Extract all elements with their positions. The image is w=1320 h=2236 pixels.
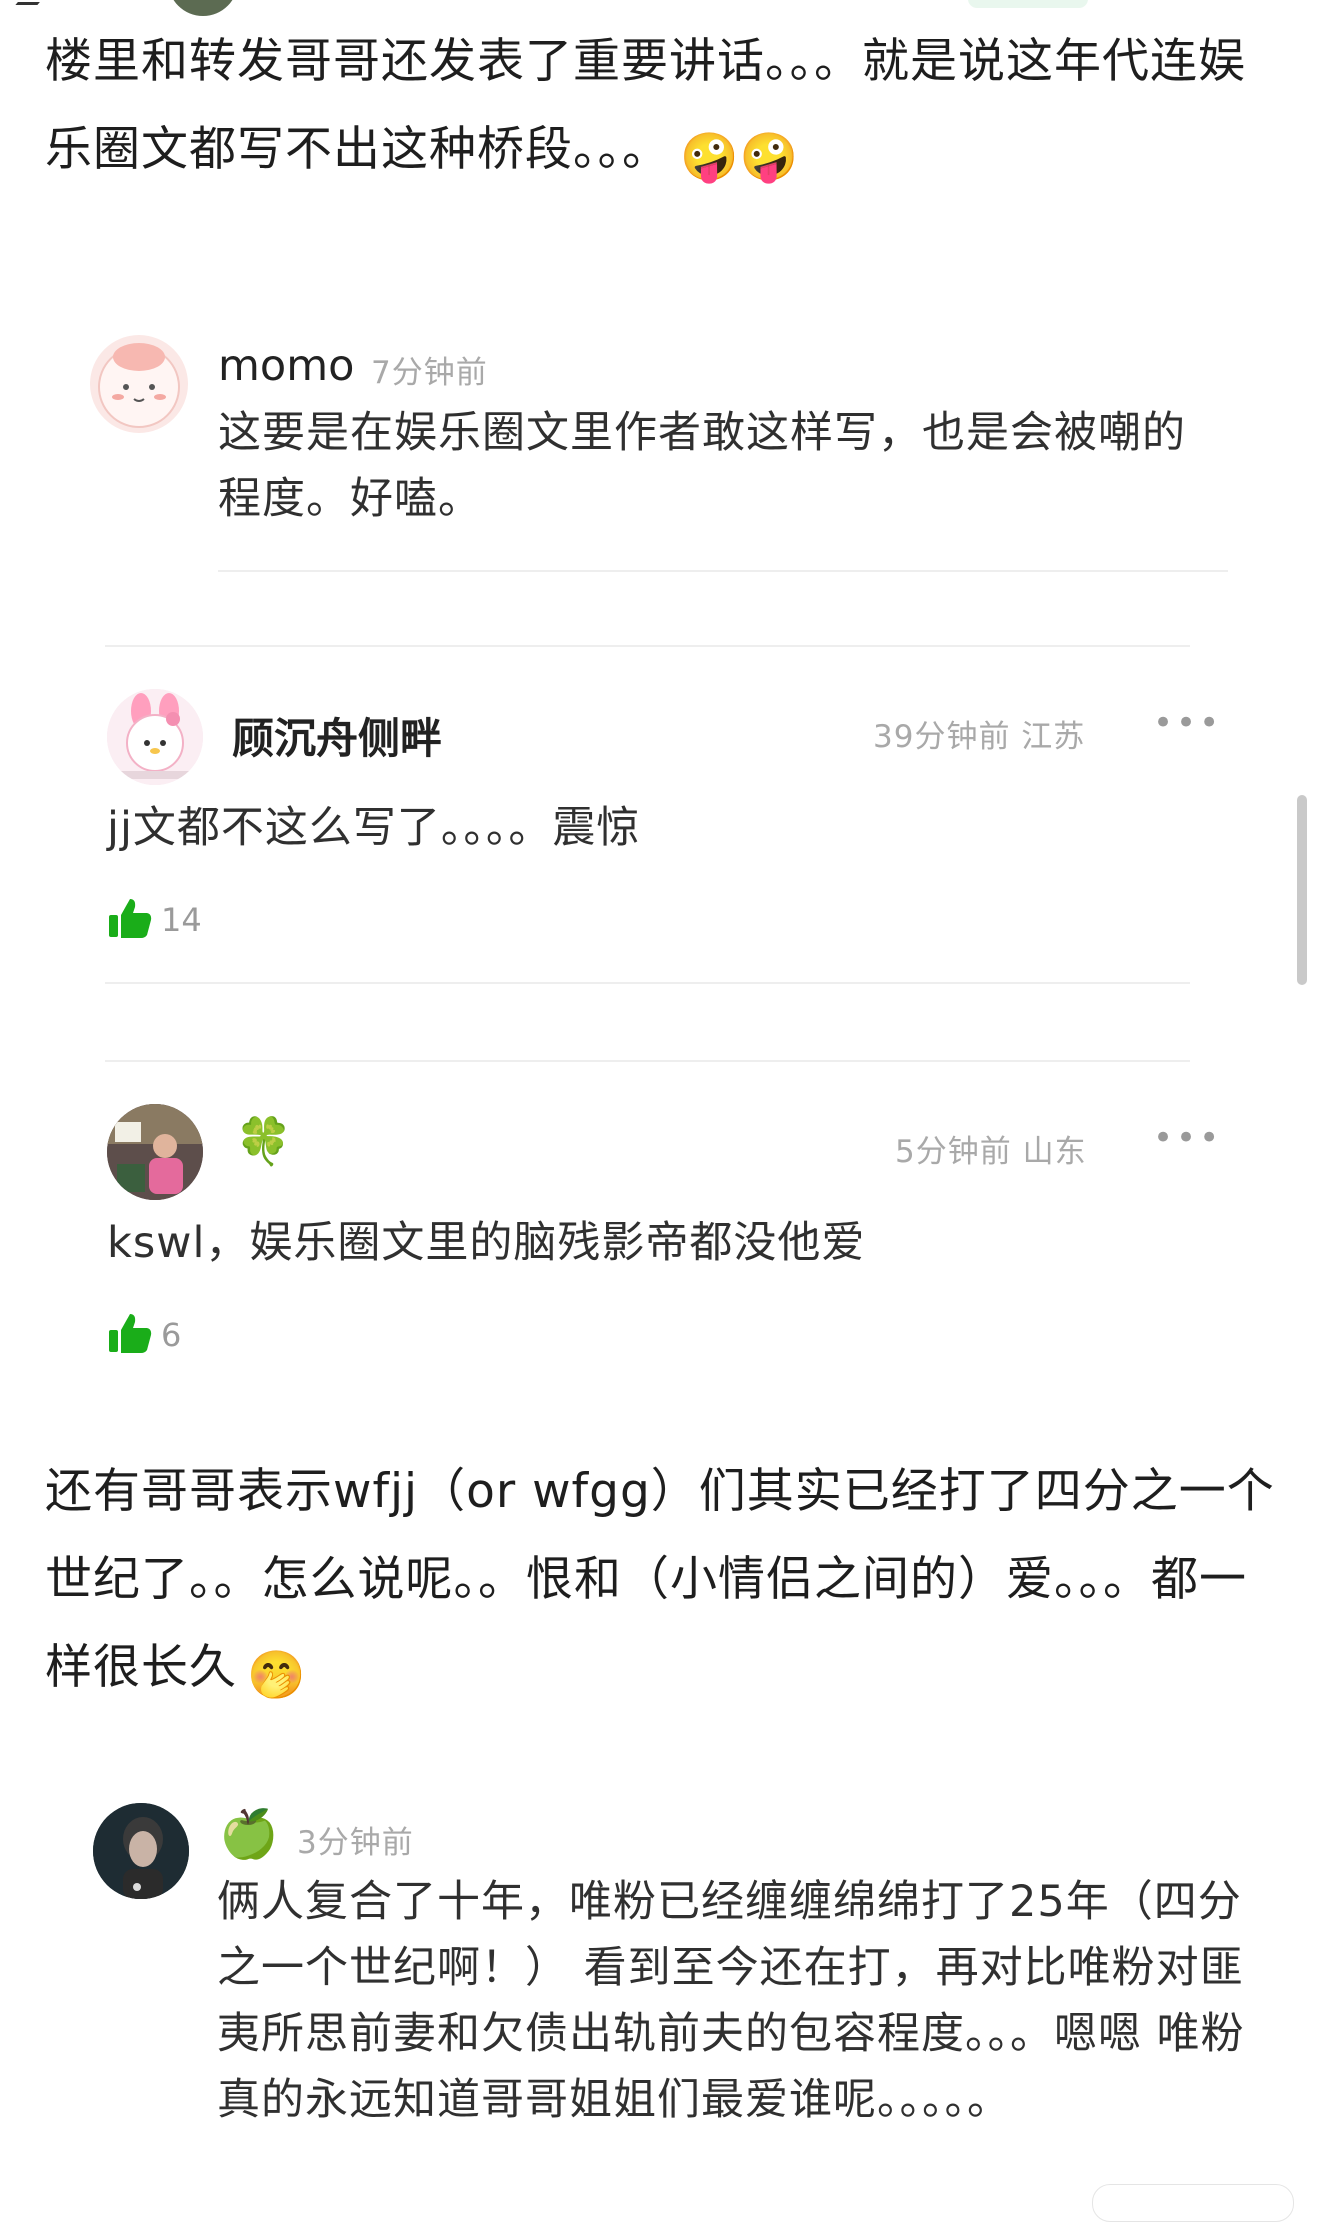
like-count: 14 (161, 901, 202, 939)
post-paragraph: 还有哥哥表示wfjj（or wfgg）们其实已经打了四分之一个世纪了。。怎么说呢… (45, 1448, 1275, 1720)
like-count: 6 (161, 1316, 182, 1354)
divider (218, 570, 1228, 572)
comment-card: 🍏 3分钟前 俩人复合了十年，唯粉已经缠缠绵绵打了25年（四分之一个世纪啊！） … (45, 1775, 1267, 2225)
paragraph-text: 还有哥哥表示wfjj（or wfgg）们其实已经打了四分之一个世纪了。。怎么说呢… (45, 1464, 1275, 1695)
follow-button[interactable] (968, 0, 1088, 8)
avatar[interactable] (107, 689, 203, 785)
comment-text: kswl，娱乐圈文里的脑残影帝都没他爱 (107, 1218, 866, 1268)
clover-badge-icon: 🍀 (235, 1114, 293, 1168)
comment-card: momo 7分钟前 这要是在娱乐圈文里作者敢这样写，也是会被嘲的程度。好嗑。 (45, 255, 1267, 595)
more-options-icon[interactable]: ••• (1153, 703, 1222, 743)
thumbs-up-icon[interactable] (107, 895, 153, 941)
divider (105, 982, 1190, 984)
avatar[interactable] (107, 1104, 203, 1200)
apple-badge-icon: 🍏 (219, 1806, 279, 1862)
more-options-icon[interactable]: ••• (1153, 1118, 1222, 1158)
comment-text: 这要是在娱乐圈文里作者敢这样写，也是会被嘲的程度。好嗑。 (218, 408, 1186, 524)
post-paragraph: 楼里和转发哥哥还发表了重要讲话。。。就是说这年代连娱乐圈文都写不出这种桥段。。。… (45, 18, 1275, 202)
avatar[interactable] (168, 0, 238, 16)
comment-card: 🍀 5分钟前 山东 ••• kswl，娱乐圈文里的脑残影帝都没他爱 6 (45, 1060, 1267, 1400)
comment-time: 5分钟前 山东 (895, 1134, 1087, 1170)
back-icon[interactable] (15, 0, 47, 5)
comment-time: 3分钟前 (297, 1825, 414, 1861)
username[interactable]: 顾沉舟侧畔 (232, 705, 442, 766)
comment-time: 39分钟前 江苏 (873, 719, 1086, 755)
avatar[interactable] (93, 1803, 189, 1899)
comment-text: 俩人复合了十年，唯粉已经缠缠绵绵打了25年（四分之一个世纪啊！） 看到至今还在打… (217, 1877, 1245, 2125)
comment-card: 顾沉舟侧畔 39分钟前 江苏 ••• jj文都不这么写了。。。。震惊 14 (45, 645, 1267, 985)
scrollbar[interactable] (1297, 795, 1307, 985)
paragraph-text: 楼里和转发哥哥还发表了重要讲话。。。就是说这年代连娱乐圈文都写不出这种桥段。。。 (45, 34, 1246, 177)
divider (105, 645, 1190, 647)
divider (105, 1060, 1190, 1062)
comment-time: 7分钟前 (371, 355, 488, 391)
avatar[interactable] (90, 335, 188, 433)
thumbs-up-icon[interactable] (107, 1310, 153, 1356)
watermark-logo (1092, 2184, 1294, 2222)
comment-text: jj文都不这么写了。。。。震惊 (107, 803, 641, 853)
hand-over-mouth-emoji-icon: 🤭 (247, 1648, 307, 1703)
zany-face-emoji-icon: 🤪🤪 (680, 130, 800, 185)
username[interactable]: momo (218, 341, 354, 391)
